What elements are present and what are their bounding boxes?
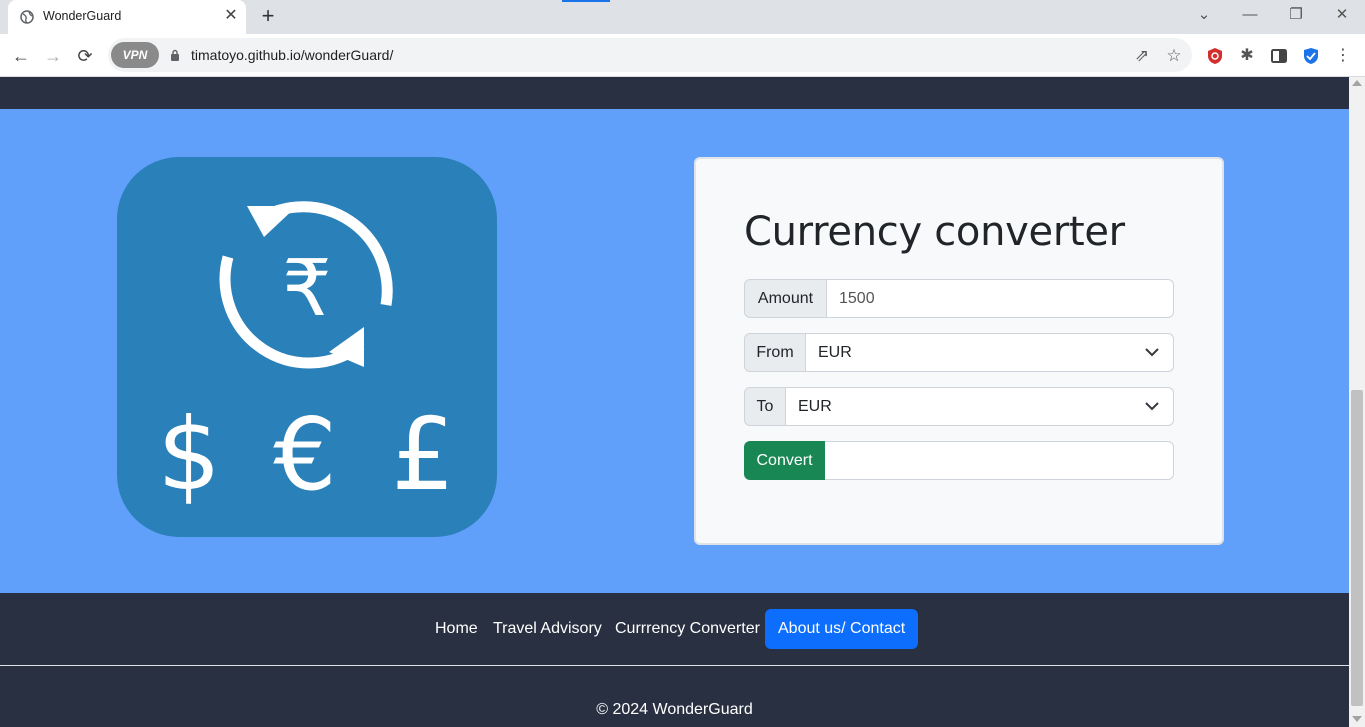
bitwarden-shield-icon[interactable] [1300, 45, 1322, 67]
footer-divider [0, 665, 1349, 666]
chevron-down-icon [1145, 348, 1159, 357]
page-viewport: ₹ $ € £ Currency converter Amount 1500 F… [0, 77, 1349, 727]
footer-link-currency-converter[interactable]: Currrency Converter [615, 609, 760, 649]
tab-close-icon[interactable]: ✕ [221, 6, 241, 26]
footer-link-about-contact[interactable]: About us/ Contact [765, 609, 919, 649]
footer: Home Travel Advisory Currrency Converter… [0, 593, 1349, 727]
extensions-puzzle-icon[interactable]: ✱ [1236, 45, 1258, 67]
browser-menu-icon[interactable]: ⋮ [1332, 45, 1354, 67]
footer-nav: Home Travel Advisory Currrency Converter… [0, 609, 1349, 649]
top-navbar [0, 77, 1349, 109]
rupee-symbol: ₹ [282, 244, 332, 334]
globe-icon [20, 10, 34, 24]
to-currency-value: EUR [798, 398, 832, 415]
from-input-group: From EUR [744, 333, 1174, 372]
converter-card: Currency converter Amount 1500 From EUR … [694, 157, 1224, 545]
euro-symbol: € [273, 396, 337, 513]
restore-button[interactable]: ❐ [1283, 4, 1309, 28]
scrollbar-thumb[interactable] [1351, 390, 1363, 706]
vpn-badge[interactable]: VPN [111, 42, 159, 68]
forward-button[interactable]: → [40, 43, 66, 69]
converter-section: ₹ $ € £ Currency converter Amount 1500 F… [0, 109, 1349, 593]
new-tab-button[interactable]: + [256, 5, 280, 29]
converter-title: Currency converter [744, 209, 1125, 255]
shield-extension-icon[interactable] [1204, 45, 1226, 67]
to-input-group: To EUR [744, 387, 1174, 426]
reload-button[interactable]: ⟳ [72, 43, 98, 69]
from-currency-select[interactable]: EUR [806, 333, 1174, 372]
close-window-button[interactable]: ✕ [1329, 4, 1355, 28]
tab-loading-indicator [562, 0, 610, 2]
address-bar[interactable]: VPN timatoyo.github.io/wonderGuard/ ⇗ ☆ [108, 38, 1192, 72]
footer-link-travel-advisory[interactable]: Travel Advisory [493, 609, 602, 649]
convert-button[interactable]: Convert [744, 441, 825, 480]
scroll-down-arrow-icon[interactable] [1352, 716, 1362, 722]
amount-label: Amount [744, 279, 827, 318]
chevron-down-icon [1145, 402, 1159, 411]
currency-exchange-logo: ₹ $ € £ [117, 157, 497, 537]
share-icon[interactable]: ⇗ [1131, 45, 1153, 67]
minimize-button[interactable]: — [1237, 4, 1263, 28]
tab-search-icon[interactable]: ⌄ [1191, 4, 1217, 28]
convert-input-group: Convert [744, 441, 1174, 480]
back-button[interactable]: ← [8, 43, 34, 69]
to-label: To [744, 387, 786, 426]
amount-input[interactable]: 1500 [827, 279, 1174, 318]
lock-icon[interactable] [170, 49, 180, 61]
tab-title: WonderGuard [43, 9, 122, 23]
url-text[interactable]: timatoyo.github.io/wonderGuard/ [191, 47, 393, 63]
pound-symbol: £ [391, 396, 455, 513]
browser-tab-strip: WonderGuard ✕ + ⌄ — ❐ ✕ [0, 0, 1365, 34]
footer-link-home[interactable]: Home [435, 609, 478, 649]
dollar-symbol: $ [157, 396, 221, 513]
browser-toolbar: ← → ⟳ VPN timatoyo.github.io/wonderGuard… [0, 34, 1365, 77]
scroll-up-arrow-icon[interactable] [1352, 80, 1362, 86]
amount-input-group: Amount 1500 [744, 279, 1174, 318]
bookmark-star-icon[interactable]: ☆ [1163, 45, 1185, 67]
currency-exchange-icon: ₹ $ € £ [157, 201, 455, 513]
from-label: From [744, 333, 806, 372]
from-currency-value: EUR [818, 344, 852, 361]
to-currency-select[interactable]: EUR [786, 387, 1174, 426]
copyright-text: © 2024 WonderGuard [596, 701, 753, 718]
side-panel-icon[interactable] [1268, 45, 1290, 67]
browser-tab[interactable]: WonderGuard ✕ [8, 0, 246, 34]
result-output[interactable] [825, 441, 1174, 480]
